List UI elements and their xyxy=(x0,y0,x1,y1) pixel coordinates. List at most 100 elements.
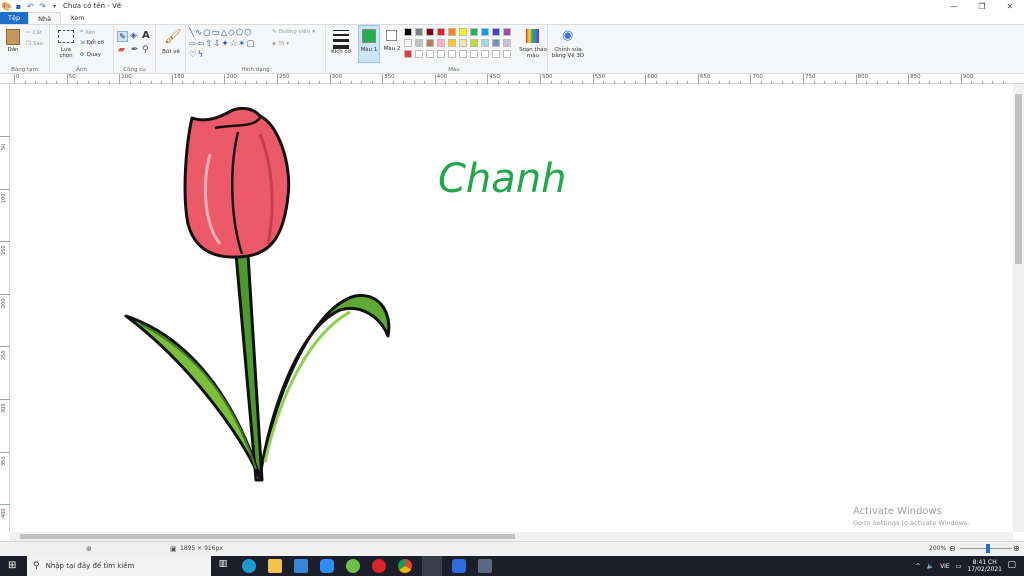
edit-colors-icon[interactable] xyxy=(526,29,539,43)
taskbar-search[interactable]: ⚲ Nhập tại đây để tìm kiếm xyxy=(27,556,211,576)
shape-star4-icon[interactable]: ✦ xyxy=(222,39,230,49)
palette-swatch[interactable] xyxy=(415,39,423,47)
paint-taskbar-icon[interactable] xyxy=(422,556,442,576)
shape-pentagon-icon[interactable]: ⬠ xyxy=(236,28,244,38)
palette-swatch[interactable] xyxy=(437,28,445,36)
size-button[interactable]: Kích cỡ xyxy=(329,49,353,55)
color1-selector[interactable]: Màu 1 xyxy=(358,25,380,63)
task-view-icon[interactable]: ▥ xyxy=(216,559,230,573)
edit-colors-button[interactable]: Soạn thảo màu xyxy=(518,47,548,59)
palette-swatch[interactable] xyxy=(470,39,478,47)
shape-rect-icon[interactable]: ▭ xyxy=(212,28,221,38)
app-green-icon[interactable] xyxy=(346,559,360,573)
opera-icon[interactable] xyxy=(372,559,386,573)
file-explorer-icon[interactable] xyxy=(268,559,282,573)
edge-icon[interactable] xyxy=(242,559,256,573)
palette-swatch[interactable] xyxy=(437,50,445,58)
camera-icon[interactable] xyxy=(478,559,492,573)
palette-swatch[interactable] xyxy=(459,39,467,47)
notification-icon[interactable]: ▢ xyxy=(1007,560,1016,570)
palette-swatch[interactable] xyxy=(426,28,434,36)
shape-diamond-icon[interactable]: ◇ xyxy=(228,28,236,38)
drawing-canvas[interactable]: Chanh xyxy=(10,84,1013,532)
shape-heart-icon[interactable]: ♡ xyxy=(189,50,198,60)
brushes-button[interactable]: Bút vẽ xyxy=(158,49,184,55)
shapes-gallery[interactable]: ╲∿○▭△◇⬠⬡ ⇨⇦⇧⇩✦☆✶▢ ♡ϟ xyxy=(189,28,269,62)
input-language[interactable]: VIE xyxy=(940,563,950,570)
copy-button[interactable]: ❐ Sao xyxy=(26,41,43,47)
palette-swatch[interactable] xyxy=(503,28,511,36)
shape-callout-icon[interactable]: ▢ xyxy=(246,39,255,49)
shape-lightning-icon[interactable]: ϟ xyxy=(198,50,205,60)
zoom-slider-thumb[interactable] xyxy=(986,544,990,553)
palette-swatch[interactable] xyxy=(492,50,500,58)
palette-swatch[interactable] xyxy=(481,50,489,58)
volume-icon[interactable]: 🔈 xyxy=(927,563,934,570)
palette-swatch[interactable] xyxy=(404,28,412,36)
palette-swatch[interactable] xyxy=(481,39,489,47)
color-picker-icon[interactable]: ✒ xyxy=(131,45,139,55)
palette-swatch[interactable] xyxy=(415,50,423,58)
palette-swatch[interactable] xyxy=(448,39,456,47)
palette-swatch[interactable] xyxy=(503,39,511,47)
fill-bucket-icon[interactable]: ◈ xyxy=(130,31,137,41)
shape-arrow-down-icon[interactable]: ⇩ xyxy=(213,39,221,49)
zoom-in-button[interactable]: ⊕ xyxy=(1013,544,1020,553)
palette-swatch[interactable] xyxy=(448,50,456,58)
palette-swatch[interactable] xyxy=(492,39,500,47)
brush-icon[interactable]: 🖌 xyxy=(164,29,182,45)
vertical-scrollbar[interactable] xyxy=(1013,84,1024,532)
magnifier-icon[interactable]: ⚲ xyxy=(142,45,149,55)
pencil-icon[interactable]: ✎ xyxy=(117,31,128,42)
undo-icon[interactable]: ↶ xyxy=(26,2,35,11)
select-icon[interactable] xyxy=(58,30,74,43)
shape-arrow-right-icon[interactable]: ⇨ xyxy=(189,39,197,49)
palette-swatch[interactable] xyxy=(470,28,478,36)
outline-dropdown[interactable]: ✎ Đường viền ▾ xyxy=(272,29,315,35)
shape-oval-icon[interactable]: ○ xyxy=(203,28,211,38)
clock[interactable]: 8:41 CH 17/02/2021 xyxy=(967,559,1002,573)
horizontal-scroll-thumb[interactable] xyxy=(20,534,515,539)
zalo-icon[interactable] xyxy=(452,559,466,573)
palette-swatch[interactable] xyxy=(448,28,456,36)
horizontal-scrollbar[interactable] xyxy=(10,532,1013,541)
vertical-scroll-thumb[interactable] xyxy=(1015,94,1022,264)
color2-selector[interactable]: Màu 2 xyxy=(382,25,404,63)
palette-swatch[interactable] xyxy=(415,28,423,36)
zoom-icon[interactable] xyxy=(320,559,334,573)
maximize-button[interactable]: ❐ xyxy=(968,0,996,12)
palette-swatch[interactable] xyxy=(404,39,412,47)
close-button[interactable]: ✕ xyxy=(996,0,1024,12)
rotate-button[interactable]: ⟳ Quay xyxy=(80,52,101,58)
paste-button[interactable]: Dán xyxy=(4,47,22,53)
network-icon[interactable]: ▭ xyxy=(956,563,962,570)
crop-button[interactable]: ⌗ Xén xyxy=(80,29,96,36)
start-icon[interactable]: ⊞ xyxy=(8,560,16,571)
eraser-icon[interactable]: ▰ xyxy=(118,45,125,55)
shape-star5-icon[interactable]: ☆ xyxy=(230,39,239,49)
text-tool-icon[interactable]: A xyxy=(142,30,150,41)
redo-icon[interactable]: ↷ xyxy=(38,2,47,11)
palette-swatch[interactable] xyxy=(470,50,478,58)
palette-swatch[interactable] xyxy=(404,50,412,58)
palette-swatch[interactable] xyxy=(492,28,500,36)
palette-swatch[interactable] xyxy=(459,50,467,58)
tab-home[interactable]: Nhà xyxy=(28,12,62,24)
paint3d-icon[interactable]: ◉ xyxy=(562,28,573,43)
paste-icon[interactable] xyxy=(6,29,20,45)
customize-qat-icon[interactable]: ▾ xyxy=(50,2,59,11)
palette-swatch[interactable] xyxy=(481,28,489,36)
shape-hexagon-icon[interactable]: ⬡ xyxy=(244,28,252,38)
tab-file[interactable]: Tệp xyxy=(0,12,29,24)
line-size-icon[interactable] xyxy=(333,30,349,49)
palette-swatch[interactable] xyxy=(503,50,511,58)
minimize-button[interactable]: — xyxy=(940,0,968,12)
mail-icon[interactable] xyxy=(294,559,308,573)
select-button[interactable]: Lựa chọn xyxy=(54,47,78,59)
palette-swatch[interactable] xyxy=(426,50,434,58)
resize-button[interactable]: ⇲ Đổi cỡ xyxy=(80,40,104,46)
chevron-up-icon[interactable]: ^ xyxy=(916,563,921,570)
paint3d-button[interactable]: Chỉnh sửa bằng Vẽ 3D xyxy=(548,47,588,59)
palette-swatch[interactable] xyxy=(459,28,467,36)
fill-dropdown[interactable]: ◈ Tô ▾ xyxy=(272,41,289,47)
